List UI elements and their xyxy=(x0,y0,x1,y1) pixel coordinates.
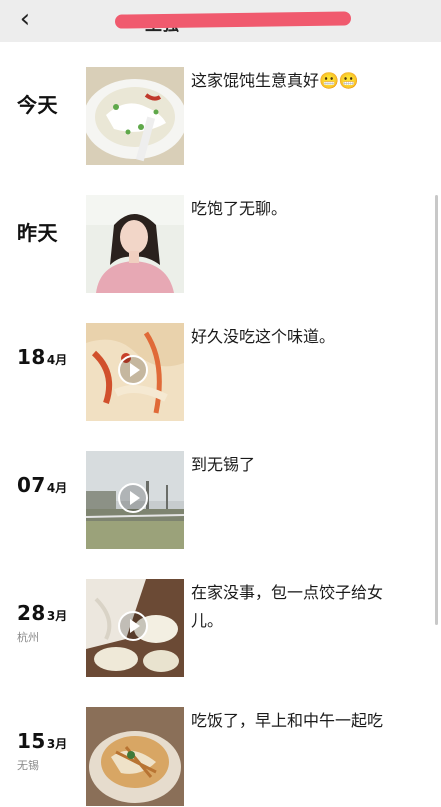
post-date: 184月 xyxy=(17,345,68,369)
post-text: 在家没事，包一点饺子给女儿。 xyxy=(191,583,384,630)
back-arrow-icon[interactable]: ‹ xyxy=(10,4,40,34)
redaction-mark xyxy=(114,11,352,29)
play-icon[interactable] xyxy=(118,611,148,641)
list-item[interactable]: 153月 无锡 吃饭了，早上和中午一起吃 xyxy=(0,707,441,807)
post-video[interactable] xyxy=(86,451,184,549)
post-date: 昨天 xyxy=(17,221,58,245)
post-video[interactable] xyxy=(86,323,184,421)
play-icon[interactable] xyxy=(118,355,148,385)
list-item[interactable]: 283月 杭州 在家没事，包一点饺子给女儿。 xyxy=(0,579,441,679)
post-date: 153月 xyxy=(17,729,68,753)
list-item[interactable]: 184月 好久没吃这个味道。 xyxy=(0,323,441,423)
post-text: 到无锡了 xyxy=(191,455,256,474)
top-bar: ‹ 王强 xyxy=(0,0,441,42)
list-item[interactable]: 昨天 吃饱了无聊。 xyxy=(0,195,441,295)
play-icon[interactable] xyxy=(118,483,148,513)
post-text: 吃饱了无聊。 xyxy=(191,199,288,218)
post-location: 无锡 xyxy=(17,759,39,772)
post-date: 今天 xyxy=(17,93,58,117)
post-location: 杭州 xyxy=(17,631,39,644)
post-photo[interactable] xyxy=(86,195,184,293)
post-date: 074月 xyxy=(17,473,68,497)
post-text: 吃饭了，早上和中午一起吃 xyxy=(191,711,384,730)
post-date: 283月 xyxy=(17,601,68,625)
post-photo[interactable] xyxy=(86,707,184,806)
page-title: 王强 xyxy=(114,8,355,35)
post-photo[interactable] xyxy=(86,67,184,165)
post-video[interactable] xyxy=(86,579,184,677)
post-text: 好久没吃这个味道。 xyxy=(191,327,336,346)
post-text: 这家馄饨生意真好😬😬 xyxy=(191,71,359,90)
list-item[interactable]: 074月 到无锡了 xyxy=(0,451,441,551)
list-item[interactable]: 今天 这家馄饨生意真好😬😬 xyxy=(0,67,441,167)
